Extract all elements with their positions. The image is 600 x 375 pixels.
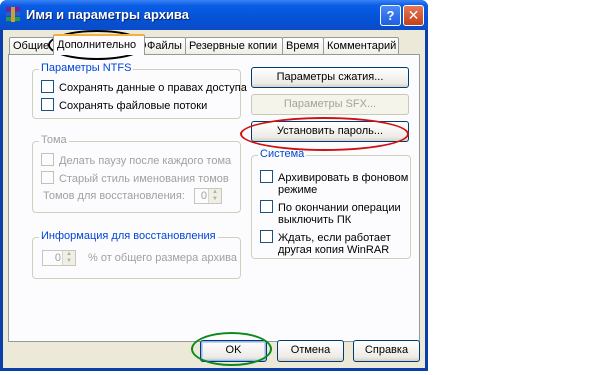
recovery-record-value: 0	[54, 252, 61, 264]
shutdown-after-checkbox[interactable]: По окончании операции выключить ПК	[260, 200, 401, 226]
wait-other-copy-checkbox[interactable]: Ждать, если работает другая копия WinRAR	[260, 230, 391, 256]
preserve-file-streams-checkbox[interactable]: Сохранять файловые потоки	[41, 98, 207, 112]
ntfs-group: Параметры NTFS Сохранять данные о правах…	[32, 62, 247, 119]
recovery-volumes-label: Томов для восстановления:	[43, 190, 185, 202]
window-title: Имя и параметры архива	[26, 7, 189, 22]
recovery-record-group-label: Информация для восстановления	[39, 230, 218, 242]
checkbox-label-line2: другая копия WinRAR	[278, 244, 390, 256]
checkbox-label: Ждать, если работает	[278, 232, 391, 244]
ok-highlight-ellipse	[191, 332, 272, 366]
recovery-record-suffix: % от общего размера архива	[88, 252, 237, 264]
close-icon[interactable]: ✕	[403, 5, 424, 26]
old-volume-naming-checkbox[interactable]: Старый стиль именования томов	[41, 171, 229, 185]
recovery-record-group: Информация для восстановления 0 ▲ ▼ % от …	[32, 230, 241, 279]
volumes-group: Тома Делать паузу после каждого тома Ста…	[32, 134, 241, 213]
checkbox-label: Сохранять данные о правах доступа	[59, 82, 247, 94]
password-highlight-ellipse	[240, 117, 409, 151]
checkbox-label-line2: режиме	[278, 184, 318, 196]
checkbox-box[interactable]	[260, 230, 273, 243]
pause-after-volume-checkbox[interactable]: Делать паузу после каждого тома	[41, 153, 231, 167]
checkbox-label: По окончании операции	[278, 202, 401, 214]
checkbox-box[interactable]	[41, 80, 54, 93]
dialog-client: Общие Дополнительно Файлы Резервные копи…	[3, 30, 425, 368]
ntfs-group-label: Параметры NTFS	[39, 62, 134, 74]
recovery-volumes-value: 0	[200, 190, 207, 202]
sfx-settings-button[interactable]: Параметры SFX...	[251, 94, 409, 115]
checkbox-box[interactable]	[41, 171, 54, 184]
preserve-access-rights-checkbox[interactable]: Сохранять данные о правах доступа	[41, 80, 247, 94]
checkbox-label: Старый стиль именования томов	[59, 173, 229, 185]
checkbox-box[interactable]	[41, 98, 54, 111]
help-button[interactable]: Справка	[353, 340, 420, 362]
winrar-icon	[6, 7, 20, 22]
tab-comment[interactable]: Комментарий	[323, 37, 399, 54]
cancel-button[interactable]: Отмена	[277, 340, 344, 362]
compression-settings-button[interactable]: Параметры сжатия...	[251, 67, 409, 88]
checkbox-box[interactable]	[260, 200, 273, 213]
system-group: Система Архивировать в фоновом режиме По…	[251, 148, 411, 259]
tab-time[interactable]: Время	[282, 37, 324, 54]
checkbox-label-line2: выключить ПК	[278, 214, 352, 226]
checkbox-box[interactable]	[41, 153, 54, 166]
checkbox-box[interactable]	[260, 170, 273, 183]
recovery-volumes-stepper[interactable]: 0 ▲ ▼	[194, 188, 222, 204]
tab-advanced[interactable]: Дополнительно	[53, 34, 145, 55]
spinner-arrows-icon[interactable]: ▲ ▼	[208, 189, 221, 203]
checkbox-label: Сохранять файловые потоки	[59, 100, 208, 112]
tab-files[interactable]: Файлы	[143, 37, 186, 54]
checkbox-label: Делать паузу после каждого тома	[59, 155, 232, 167]
spinner-arrows-icon[interactable]: ▲ ▼	[62, 251, 75, 265]
tab-page-advanced: Параметры NTFS Сохранять данные о правах…	[8, 54, 420, 342]
title-bar[interactable]: Имя и параметры архива ? ✕	[0, 0, 428, 30]
tab-backup[interactable]: Резервные копии	[185, 37, 283, 54]
recovery-record-stepper[interactable]: 0 ▲ ▼	[42, 250, 76, 266]
checkbox-label: Архивировать в фоновом	[278, 172, 409, 184]
background-archiving-checkbox[interactable]: Архивировать в фоновом режиме	[260, 170, 408, 196]
help-title-button[interactable]: ?	[380, 5, 401, 26]
volumes-group-label: Тома	[39, 134, 69, 146]
